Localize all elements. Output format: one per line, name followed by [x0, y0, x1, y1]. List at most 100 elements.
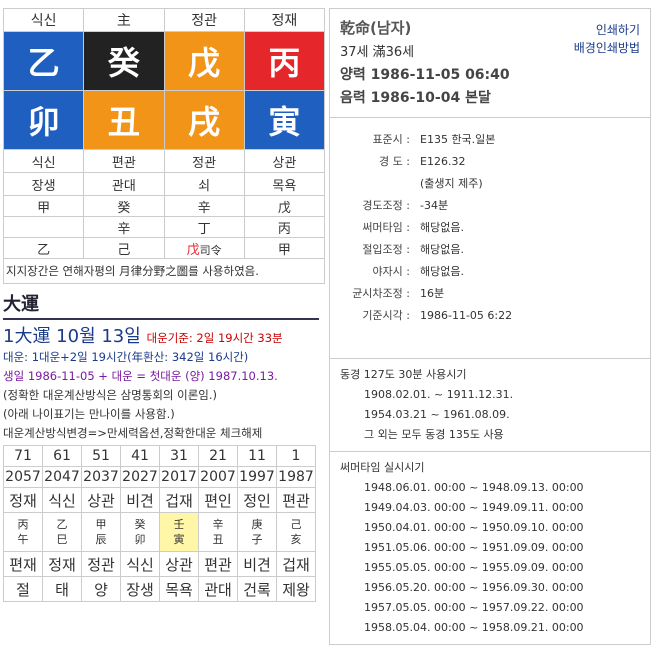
ganzhi-branch: 寅: [173, 533, 185, 546]
hidden-stem: 丙: [243, 216, 326, 238]
info-key: 경도조정 :: [362, 199, 410, 212]
daewoon-line: 생일 1986-11-05 + 대운 = 첫대운 (양) 1987.10.13.: [3, 369, 278, 383]
branch-cell: 丑: [83, 90, 165, 150]
hidden-stem: 辛: [83, 216, 165, 238]
ganzhi-cell: 甲辰: [81, 512, 121, 552]
life-stage: 장생: [2, 172, 85, 196]
ganzhi-branch: 亥: [290, 533, 302, 546]
info-value: 해당없음.: [420, 265, 464, 278]
ganzhi-branch: 卯: [134, 533, 146, 546]
profile-panel: 乾命(남자) 37세 滿36세 양력 1986-11-05 06:40 음력 1…: [329, 8, 651, 645]
hidden-stem: 癸: [83, 195, 165, 217]
period-row: 그 외는 모두 동경 135도 사용: [364, 428, 504, 441]
period-row: 1954.03.21 ~ 1961.08.09.: [364, 408, 510, 421]
hidden-stem-note: 지지장간은 연해자평의 月律分野之圖를 사용하였음.: [3, 259, 325, 284]
pillar-label: 식신: [2, 8, 85, 32]
stem-god-cell: 편관: [276, 487, 316, 513]
dongyeong-section: 동경 127도 30분 사용시기 1908.02.01. ~ 1911.12.3…: [329, 359, 651, 452]
daewoon-option-link[interactable]: 대운계산방식변경=>만세력옵션,정확한대운 체크해제: [3, 424, 325, 443]
stem-cell: 丙: [243, 31, 326, 91]
section-heading: 동경 127도 30분 사용시기: [340, 368, 467, 381]
stage-cell: 절: [3, 576, 43, 602]
stem-cell: 戊: [163, 31, 245, 91]
ganzhi-cell: 辛丑: [198, 512, 238, 552]
period-row: 1958.05.04. 00:00 ~ 1958.09.21. 00:00: [364, 621, 584, 634]
branch-cell: 寅: [243, 90, 326, 150]
branch-god: 상관: [243, 149, 326, 173]
year-cell: 2007: [198, 466, 238, 488]
daewoon-notes: 대운: 1대운+2일 19시간(年환산: 342일 16시간) 생일 1986-…: [3, 348, 325, 443]
stem-god-cell: 식신: [42, 487, 82, 513]
ganzhi-stem: 壬: [173, 518, 185, 531]
hidden-stem: 丁: [163, 216, 245, 238]
period-row: 1908.02.01. ~ 1911.12.31.: [364, 388, 514, 401]
age-cell: 41: [120, 445, 160, 467]
ganzhi-stem: 甲: [95, 518, 107, 531]
print-background-link[interactable]: 배경인쇄방법: [574, 39, 640, 57]
summertime-section: 써머타임 실시시기 1948.06.01. 00:00 ~ 1948.09.13…: [329, 452, 651, 645]
print-link[interactable]: 인쇄하기: [574, 21, 640, 39]
info-value: 16분: [420, 287, 445, 300]
section-heading: 써머타임 실시시기: [340, 461, 425, 474]
pillars-table: 식신 主 정관 정재 乙 癸 戊 丙 卯 丑 戌 寅 식신 편관 정관 상관 장…: [2, 8, 326, 259]
stage-cell: 태: [42, 576, 82, 602]
daewoon-line: 대운: 1대운+2일 19시간(年환산: 342일 16시간): [3, 350, 249, 364]
year-cell: 2017: [159, 466, 199, 488]
ganzhi-branch: 巳: [56, 533, 68, 546]
daewoon-table: 71 61 51 41 31 21 11 1 2057 2047 2037 2027 2017 2007…: [3, 445, 316, 602]
stage-cell: 목욕: [159, 576, 199, 602]
branch-cell: 卯: [2, 90, 85, 150]
life-stage: 쇠: [163, 172, 245, 196]
branch-god: 편관: [83, 149, 165, 173]
info-key: 경 도 :: [379, 155, 410, 168]
ganzhi-cell: 壬寅: [159, 512, 199, 552]
saju-panel: 식신 主 정관 정재 乙 癸 戊 丙 卯 丑 戌 寅 식신 편관 정관 상관 장…: [2, 8, 326, 602]
stem-god-cell: 정인: [237, 487, 277, 513]
solar-date: 양력 1986-11-05 06:40: [340, 67, 510, 83]
info-value: 해당없음.: [420, 221, 464, 234]
period-row: 1949.04.03. 00:00 ~ 1949.09.11. 00:00: [364, 501, 584, 514]
hidden-stem: 乙: [2, 237, 85, 259]
branch-god-cell: 편재: [3, 551, 43, 577]
period-row: 1951.05.06. 00:00 ~ 1951.09.09. 00:00: [364, 541, 584, 554]
age-cell: 11: [237, 445, 277, 467]
daewoon-title: 大運: [3, 290, 319, 320]
period-row: 1956.05.20. 00:00 ~ 1956.09.30. 00:00: [364, 581, 584, 594]
info-value: E135 한국.일본: [420, 133, 496, 146]
life-stage: 관대: [83, 172, 165, 196]
ganzhi-branch: 辰: [95, 533, 107, 546]
hidden-stem-siryeong: 戊司令: [163, 237, 245, 259]
time-info: 표준시 : E135 한국.일본 경 도 : E126.32 (출생지 제주) 경도조정 …: [329, 118, 651, 359]
branch-cell: 戌: [163, 90, 245, 150]
stage-cell: 건록: [237, 576, 277, 602]
period-row: 1957.05.05. 00:00 ~ 1957.09.22. 00:00: [364, 601, 584, 614]
branch-god-cell: 비견: [237, 551, 277, 577]
branch-god-cell: 정재: [42, 551, 82, 577]
branch-god-cell: 편관: [198, 551, 238, 577]
age-cell: 51: [81, 445, 121, 467]
daewoon-headline: 1大運 10월 13일 대운기준: 2일 19시간 33분: [3, 326, 283, 347]
stage-cell: 제왕: [276, 576, 316, 602]
branch-god-cell: 겁재: [276, 551, 316, 577]
info-value: -34분: [420, 199, 449, 212]
year-cell: 2027: [120, 466, 160, 488]
life-stage: 목욕: [243, 172, 326, 196]
year-cell: 1997: [237, 466, 277, 488]
stem-cell: 乙: [2, 31, 85, 91]
stem-god-cell: 정재: [3, 487, 43, 513]
stem-god-cell: 편인: [198, 487, 238, 513]
info-key: [330, 172, 420, 194]
branch-god-cell: 식신: [120, 551, 160, 577]
year-cell: 2037: [81, 466, 121, 488]
info-value: 해당없음.: [420, 243, 464, 256]
info-key: 야자시 :: [372, 265, 410, 278]
ganzhi-stem: 己: [290, 518, 302, 531]
ganzhi-stem: 乙: [56, 518, 68, 531]
stem-god-cell: 비견: [120, 487, 160, 513]
pillar-label: 정관: [163, 8, 245, 32]
profile-title: 乾命(남자): [340, 19, 412, 37]
ganzhi-cell: 癸卯: [120, 512, 160, 552]
hidden-stem: 戊: [243, 195, 326, 217]
period-row: 1950.04.01. 00:00 ~ 1950.09.10. 00:00: [364, 521, 584, 534]
profile-age: 37세 滿36세: [340, 45, 415, 60]
